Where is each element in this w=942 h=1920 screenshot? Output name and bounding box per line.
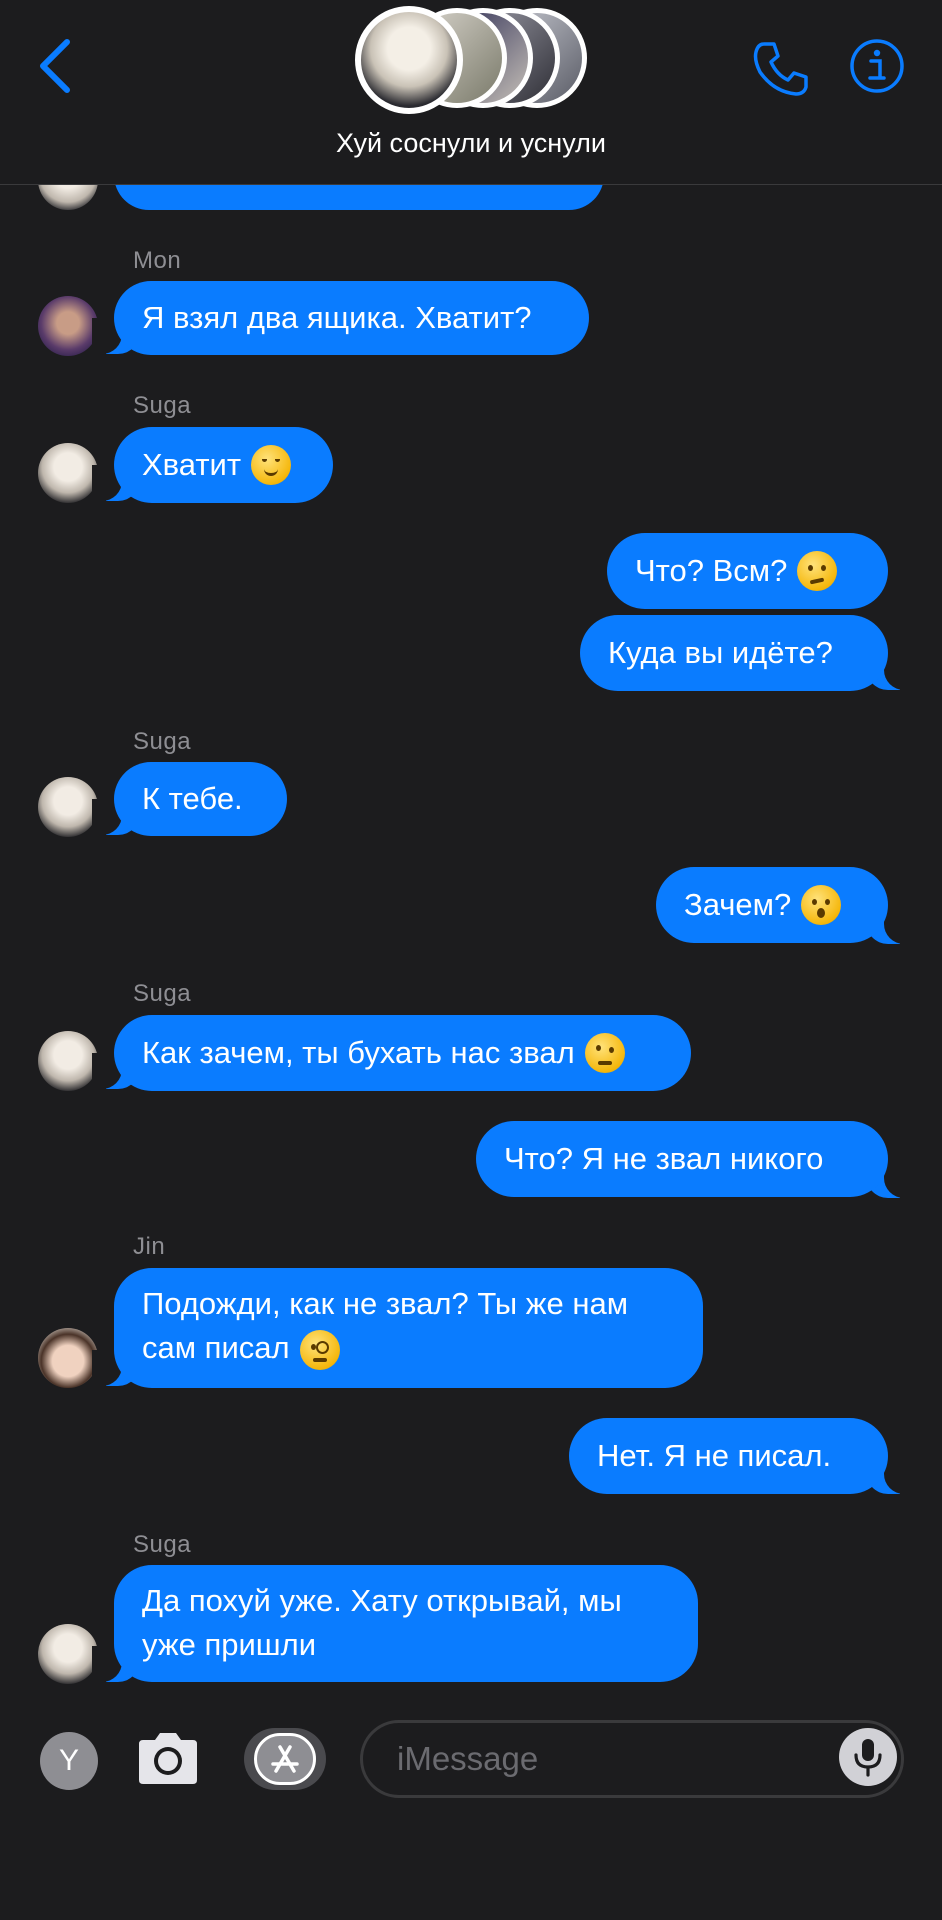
message-text-line: Подожди, как не звал? Ты же нам <box>142 1286 629 1321</box>
message-bubble-incoming[interactable]: Хватит <box>114 427 333 503</box>
back-button[interactable] <box>30 34 80 98</box>
message-text: Куда вы идёте? <box>608 635 833 670</box>
message-composer: Y <box>0 1700 942 1920</box>
message-bubble-incoming[interactable]: Как зачем, ты бухать нас звал <box>114 1015 691 1091</box>
hushed-face-emoji <box>801 885 842 925</box>
profile-avatar-button[interactable]: Y <box>40 1732 98 1790</box>
sender-name: Jin <box>133 1233 166 1260</box>
message-bubble-outgoing[interactable]: Куда вы идёте? <box>580 615 888 691</box>
avatar-suga <box>38 443 98 503</box>
dictation-button[interactable] <box>839 1728 897 1786</box>
avatar-jin <box>38 1328 98 1388</box>
group-member-avatar-main <box>355 6 463 114</box>
message-bubble-outgoing[interactable]: Что? Я не звал никого <box>476 1121 888 1197</box>
message-text: Что? Всм? <box>635 553 788 588</box>
face-with-monocle-emoji <box>299 1329 340 1370</box>
camera-icon <box>139 1733 197 1784</box>
group-title[interactable]: Хуй соснули и уснули <box>0 128 942 159</box>
message-text: К тебе. <box>142 781 243 816</box>
message-text-line: сам писал <box>142 1326 340 1370</box>
app-store-icon <box>271 1745 299 1773</box>
message-text: Я взял два ящика. Хватит? <box>142 300 532 335</box>
conversation-header: Хуй соснули и уснули <box>0 0 942 185</box>
message-text: Как зачем, ты бухать нас звал <box>142 1035 575 1070</box>
microphone-icon <box>854 1739 882 1777</box>
call-button[interactable] <box>750 38 812 100</box>
sender-name: Suga <box>133 728 192 755</box>
message-text: Что? Я не звал никого <box>504 1141 824 1176</box>
sender-name: Mon <box>133 247 182 274</box>
camera-button[interactable] <box>135 1730 201 1788</box>
sender-name: Suga <box>133 392 192 419</box>
message-text: Зачем? <box>684 887 792 922</box>
app-store-button[interactable] <box>244 1728 326 1790</box>
message-thread[interactable]: Mon Я взял два ящика. Хватит? Suga Хвати… <box>0 0 942 1700</box>
avatar-mon <box>38 296 98 356</box>
avatar-suga <box>38 1031 98 1091</box>
avatar-suga <box>38 1624 98 1684</box>
info-button[interactable] <box>849 38 905 94</box>
message-text-line: уже пришли <box>142 1627 317 1662</box>
confused-face-emoji <box>797 551 838 591</box>
raised-eyebrow-face-emoji <box>584 1033 625 1073</box>
avatar-suga <box>38 777 98 837</box>
message-bubble-outgoing[interactable]: Нет. Я не писал. <box>569 1418 888 1494</box>
message-text: Нет. Я не писал. <box>597 1438 832 1473</box>
message-bubble-outgoing[interactable]: Зачем? <box>656 867 888 943</box>
relieved-face-emoji <box>251 445 292 485</box>
message-bubble-outgoing[interactable]: Что? Всм? <box>607 533 888 609</box>
phone-icon <box>753 42 808 96</box>
message-bubble-incoming[interactable]: Да похуй уже. Хату открывай, мы уже приш… <box>114 1565 698 1682</box>
imessage-input[interactable] <box>360 1720 904 1798</box>
message-bubble-incoming[interactable]: К тебе. <box>114 762 287 836</box>
message-bubble-incoming[interactable]: Я взял два ящика. Хватит? <box>114 281 589 355</box>
sender-name: Suga <box>133 1531 192 1558</box>
message-bubble-incoming[interactable]: Подожди, как не звал? Ты же нам сам писа… <box>114 1268 703 1388</box>
sender-name: Suga <box>133 980 192 1007</box>
chevron-left-icon <box>40 39 70 93</box>
info-icon <box>850 39 904 93</box>
message-text: Хватит <box>142 447 242 482</box>
group-avatar-stack[interactable] <box>355 6 595 114</box>
message-text-line: Да похуй уже. Хату открывай, мы <box>142 1583 622 1618</box>
